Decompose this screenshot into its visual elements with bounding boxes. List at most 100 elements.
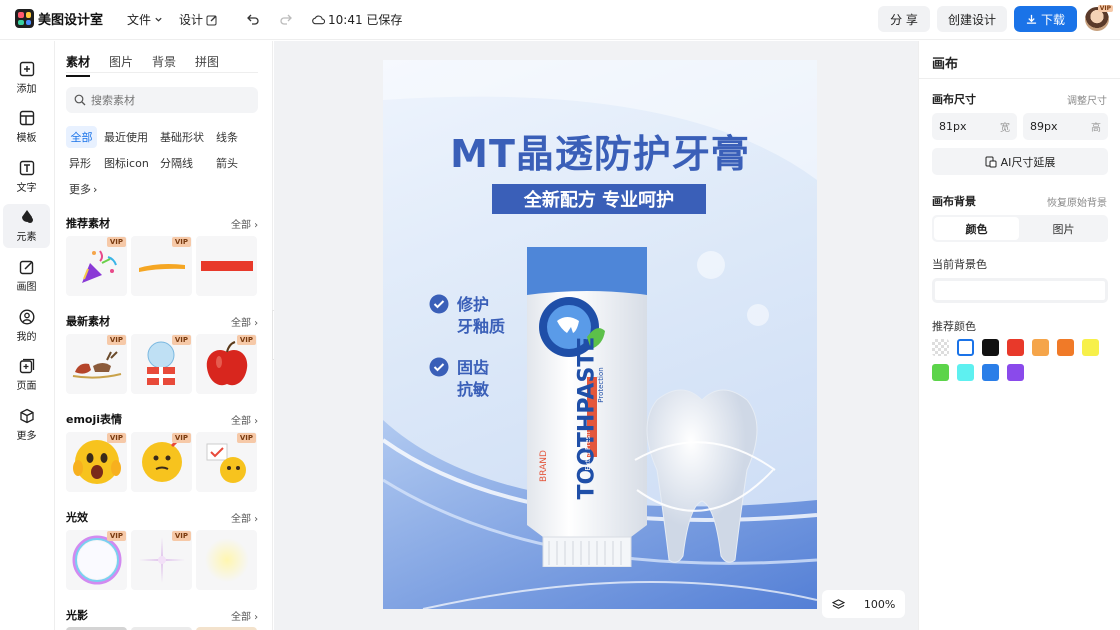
text-icon — [19, 160, 34, 176]
panel-title: 画布 — [932, 57, 959, 72]
rail-item-template[interactable]: 模板 — [3, 105, 50, 149]
asset-thumb[interactable]: VIP — [131, 530, 192, 590]
asset-thumb[interactable]: VIP — [131, 236, 192, 296]
rail-item-element[interactable]: 元素 — [3, 204, 50, 248]
rail-item-text[interactable]: 文字 — [3, 155, 50, 199]
width-field[interactable]: 81px 宽 — [932, 113, 1017, 140]
properties-panel: 画布 画布尺寸 调整尺寸 81px 宽 89px 高 AI尺寸延展 画布背景 恢… — [918, 41, 1120, 630]
rail-item-page[interactable]: 页面 — [3, 353, 50, 397]
restore-bg-link[interactable]: 恢复原始背景 — [1047, 194, 1107, 209]
element-icon — [21, 210, 33, 223]
ai-extend-button[interactable]: AI尺寸延展 — [932, 148, 1108, 175]
asset-thumb[interactable]: VIP — [196, 432, 257, 492]
swatch-yellow[interactable] — [1082, 339, 1099, 356]
apple-icon — [206, 341, 247, 386]
adjust-size-link[interactable]: 调整尺寸 — [1067, 92, 1107, 107]
ai-resize-icon — [985, 156, 997, 167]
feature-2[interactable]: 固齿 抗敏 — [429, 357, 489, 401]
swatch-cyan[interactable] — [957, 364, 974, 381]
search-input[interactable] — [91, 93, 251, 107]
width-value[interactable]: 81px — [939, 120, 967, 133]
swatch-green[interactable] — [932, 364, 949, 381]
menu-design[interactable]: 设计 — [179, 11, 218, 28]
swatch-orange[interactable] — [1057, 339, 1074, 356]
vip-badge: VIP — [106, 237, 126, 247]
section-all-link[interactable]: 全部 › — [231, 412, 258, 427]
layers-icon[interactable] — [831, 598, 845, 611]
tube-protection: Protection — [597, 367, 605, 403]
poster-headline[interactable]: MT晶透防护牙膏 — [383, 123, 817, 178]
chip-recent[interactable]: 最近使用 — [101, 126, 151, 148]
avatar[interactable]: VIP — [1085, 5, 1113, 31]
create-design-button[interactable]: 创建设计 — [937, 6, 1007, 32]
section-all-link[interactable]: 全部 › — [231, 608, 258, 623]
app-logo[interactable]: 美图设计室 — [15, 9, 103, 28]
vip-badge: VIP — [171, 433, 191, 443]
undo-icon[interactable] — [246, 12, 260, 26]
user-icon — [18, 309, 35, 325]
asset-thumb[interactable]: VIP — [66, 334, 127, 394]
asset-thumb[interactable]: VIP — [131, 334, 192, 394]
redo-icon[interactable] — [279, 12, 293, 26]
seg-color[interactable]: 颜色 — [934, 217, 1019, 240]
top-bar: 美图设计室 文件 设计 10:41 已保存 分 享 创建设计 下载 VIP — [0, 0, 1120, 40]
section-all-link[interactable]: 全部 › — [231, 216, 258, 231]
left-rail: 添加 模板 文字 元素 画图 我的 页面 更多 — [0, 41, 55, 630]
swatch-purple[interactable] — [1007, 364, 1024, 381]
swatch-red[interactable] — [1007, 339, 1024, 356]
rail-item-mine[interactable]: 我的 — [3, 304, 50, 348]
tab-collage[interactable]: 拼图 — [195, 53, 219, 77]
chip-more[interactable]: 更多 › — [66, 178, 100, 200]
chip-irregular[interactable]: 异形 — [66, 152, 94, 174]
tab-images[interactable]: 图片 — [109, 53, 133, 77]
asset-thumb[interactable]: VIP — [66, 236, 127, 296]
chevron-down-icon — [155, 17, 162, 22]
tab-backgrounds[interactable]: 背景 — [152, 53, 176, 77]
swatch-transparent[interactable] — [932, 339, 949, 356]
chip-basic-shapes[interactable]: 基础形状 — [157, 126, 207, 148]
height-value[interactable]: 89px — [1030, 120, 1058, 133]
asset-thumb[interactable]: VIP — [66, 432, 127, 492]
logo-icon — [15, 9, 34, 28]
zoom-bar[interactable]: 100% — [822, 590, 905, 618]
rail-item-add[interactable]: 添加 — [3, 56, 50, 100]
zoom-level[interactable]: 100% — [864, 598, 895, 611]
seg-image[interactable]: 图片 — [1021, 217, 1106, 240]
asset-thumb[interactable] — [196, 236, 257, 296]
edit-icon — [206, 15, 217, 25]
height-field[interactable]: 89px 高 — [1023, 113, 1108, 140]
chip-arrows[interactable]: 箭头 — [213, 152, 241, 174]
swatch-black[interactable] — [982, 339, 999, 356]
checklist-emoji-icon — [206, 443, 246, 483]
chip-dividers[interactable]: 分隔线 — [157, 152, 196, 174]
asset-thumb[interactable]: VIP — [66, 530, 127, 590]
section-title-latest: 最新素材 — [66, 315, 110, 328]
search-box[interactable] — [66, 87, 258, 113]
height-unit: 高 — [1091, 123, 1101, 134]
rail-item-more[interactable]: 更多 — [3, 403, 50, 447]
draw-icon — [19, 260, 33, 275]
current-bg-color[interactable] — [932, 278, 1108, 303]
rail-item-draw[interactable]: 画图 — [3, 254, 50, 298]
share-button[interactable]: 分 享 — [878, 6, 930, 32]
bg-segmented-control: 颜色 图片 — [932, 215, 1108, 242]
chip-icons[interactable]: 图标icon — [101, 152, 152, 174]
menu-file[interactable]: 文件 — [127, 11, 163, 28]
feature-1[interactable]: 修护 牙釉质 — [429, 294, 505, 338]
chip-lines[interactable]: 线条 — [213, 126, 241, 148]
poster-subline[interactable]: 全新配方 专业呵护 — [492, 184, 706, 214]
section-all-link[interactable]: 全部 › — [231, 510, 258, 525]
download-button[interactable]: 下载 — [1014, 6, 1077, 32]
asset-thumb[interactable] — [196, 530, 257, 590]
swatch-blue[interactable] — [982, 364, 999, 381]
asset-thumb[interactable]: VIP — [196, 334, 257, 394]
asset-thumb[interactable]: VIP — [131, 432, 192, 492]
section-all-link[interactable]: 全部 › — [231, 314, 258, 329]
tab-materials[interactable]: 素材 — [66, 53, 91, 77]
current-bg-label: 当前背景色 — [932, 258, 987, 271]
chip-all[interactable]: 全部 — [66, 126, 97, 148]
poster-canvas[interactable]: MT晶透防护牙膏 全新配方 专业呵护 修护 牙釉质 固齿 抗敏 TOOTHPAS… — [383, 60, 817, 609]
bubble-icon — [72, 535, 121, 585]
swatch-white[interactable] — [957, 339, 974, 356]
swatch-light-orange[interactable] — [1032, 339, 1049, 356]
